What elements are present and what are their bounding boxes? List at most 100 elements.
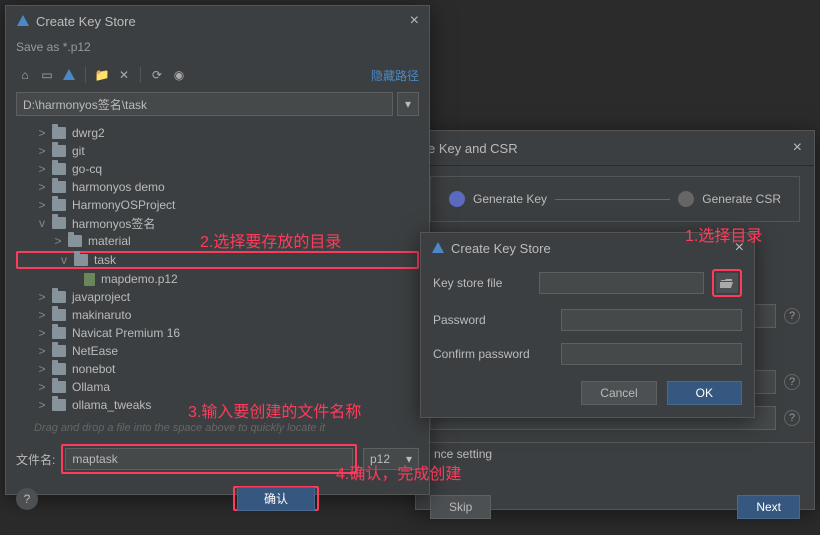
- keystore-file-row: Key store file: [421, 263, 754, 303]
- chevron-down-icon: ▾: [406, 452, 412, 466]
- password-label: Password: [433, 313, 553, 327]
- tree-row[interactable]: >harmonyos demo: [16, 178, 419, 196]
- keystore-file-input[interactable]: [539, 272, 704, 294]
- tree-row[interactable]: >nonebot: [16, 360, 419, 378]
- skip-button[interactable]: Skip: [430, 495, 491, 519]
- close-icon[interactable]: ×: [410, 12, 419, 30]
- chevron-icon[interactable]: >: [36, 344, 48, 358]
- tree-row[interactable]: v task: [16, 251, 419, 269]
- folder-icon: [74, 254, 88, 266]
- nce-setting-row: nce setting: [416, 442, 814, 465]
- chevron-icon[interactable]: >: [52, 234, 64, 248]
- tree-row[interactable]: mapdemo.p12: [16, 270, 419, 288]
- tree-item-label: mapdemo.p12: [99, 272, 178, 286]
- tree-item-label: go-cq: [70, 162, 102, 176]
- tree-row[interactable]: >HarmonyOSProject: [16, 196, 419, 214]
- step2-icon: [678, 191, 694, 207]
- folder-icon: [52, 363, 66, 375]
- project-icon[interactable]: [60, 66, 78, 84]
- chevron-icon[interactable]: >: [36, 162, 48, 176]
- chevron-icon[interactable]: >: [36, 308, 48, 322]
- cancel-button[interactable]: Cancel: [581, 381, 656, 405]
- chevron-icon[interactable]: v: [58, 253, 70, 267]
- confirm-password-input[interactable]: [561, 343, 742, 365]
- help-button[interactable]: ?: [16, 488, 38, 510]
- app-logo-icon: [16, 14, 30, 28]
- tree-item-label: NetEase: [70, 344, 118, 358]
- chevron-icon[interactable]: >: [36, 398, 48, 412]
- chevron-icon[interactable]: >: [36, 144, 48, 158]
- hide-path-link[interactable]: 隐藏路径: [371, 67, 419, 84]
- create-keystore-inner-dialog: Create Key Store × Key store file Passwo…: [420, 232, 755, 418]
- chevron-icon[interactable]: >: [36, 362, 48, 376]
- tree-row[interactable]: v harmonyos签名: [16, 214, 419, 232]
- tree-item-label: javaproject: [70, 290, 130, 304]
- refresh-icon[interactable]: ⟳: [148, 66, 166, 84]
- tree-row[interactable]: >ollama_tweaks: [16, 396, 419, 414]
- tree-row[interactable]: > go-cq: [16, 160, 419, 178]
- tree-item-label: Navicat Premium 16: [70, 326, 180, 340]
- filename-input[interactable]: [65, 448, 353, 470]
- tree-item-label: dwrg2: [70, 126, 105, 140]
- path-input[interactable]: [16, 92, 393, 116]
- folder-icon: [52, 309, 66, 321]
- extension-select[interactable]: p12▾: [363, 448, 419, 470]
- key-csr-title: e Key and CSR: [428, 141, 787, 156]
- tree-item-label: material: [86, 234, 131, 248]
- path-dropdown-button[interactable]: ▾: [397, 92, 419, 116]
- show-hidden-icon[interactable]: ◉: [170, 66, 188, 84]
- file-tree[interactable]: >dwrg2>git>go-cq>harmonyos demo>HarmonyO…: [6, 120, 429, 420]
- tree-row[interactable]: > NetEase: [16, 342, 419, 360]
- inner-buttons: Cancel OK: [421, 371, 754, 417]
- ok-button[interactable]: OK: [667, 381, 742, 405]
- tree-row[interactable]: >git: [16, 142, 419, 160]
- tree-row[interactable]: > material: [16, 232, 419, 250]
- file-chooser-dialog: Create Key Store × Save as *.p12 ⌂ ▭ 📁 ✕…: [5, 5, 430, 495]
- tree-item-label: makinaruto: [70, 308, 131, 322]
- info-icon[interactable]: ?: [784, 410, 800, 426]
- chevron-icon[interactable]: >: [36, 126, 48, 140]
- folder-icon: [52, 399, 66, 411]
- filename-highlight: [61, 444, 357, 474]
- home-icon[interactable]: ⌂: [16, 66, 34, 84]
- chevron-icon[interactable]: >: [36, 198, 48, 212]
- new-folder-icon[interactable]: 📁: [93, 66, 111, 84]
- info-icon[interactable]: ?: [784, 374, 800, 390]
- inner-titlebar: Create Key Store ×: [421, 233, 754, 263]
- confirm-button[interactable]: 确认: [237, 487, 315, 511]
- tree-item-label: task: [92, 253, 116, 267]
- path-row: ▾: [6, 88, 429, 120]
- filename-label: 文件名:: [16, 451, 55, 468]
- tree-row[interactable]: > javaproject: [16, 288, 419, 306]
- browse-button[interactable]: [716, 273, 738, 293]
- chevron-icon[interactable]: >: [36, 380, 48, 394]
- tree-item-label: harmonyos签名: [70, 215, 155, 232]
- folder-icon: [52, 381, 66, 393]
- desktop-icon[interactable]: ▭: [38, 66, 56, 84]
- next-button[interactable]: Next: [737, 495, 800, 519]
- chevron-icon[interactable]: >: [36, 290, 48, 304]
- tree-row[interactable]: > makinaruto: [16, 306, 419, 324]
- tree-row[interactable]: > Navicat Premium 16: [16, 324, 419, 342]
- folder-icon: [52, 291, 66, 303]
- key-csr-titlebar: e Key and CSR ×: [416, 131, 814, 166]
- chevron-icon[interactable]: v: [36, 216, 48, 230]
- file-icon: [84, 273, 95, 286]
- info-icon[interactable]: ?: [784, 308, 800, 324]
- tree-row[interactable]: >Ollama: [16, 378, 419, 396]
- close-icon[interactable]: ×: [793, 139, 802, 157]
- step2-label: Generate CSR: [702, 192, 781, 206]
- delete-icon[interactable]: ✕: [115, 66, 133, 84]
- file-chooser-title: Create Key Store: [36, 14, 404, 29]
- browse-highlight: [712, 269, 742, 297]
- password-input[interactable]: [561, 309, 742, 331]
- close-icon[interactable]: ×: [735, 239, 744, 257]
- stepper: Generate Key Generate CSR: [430, 176, 800, 222]
- nce-setting-label: nce setting: [434, 447, 492, 461]
- password-row: Password: [421, 303, 754, 337]
- tree-row[interactable]: > dwrg2: [16, 124, 419, 142]
- folder-icon: [52, 163, 66, 175]
- chevron-icon[interactable]: >: [36, 326, 48, 340]
- chevron-icon[interactable]: >: [36, 180, 48, 194]
- folder-icon: [52, 327, 66, 339]
